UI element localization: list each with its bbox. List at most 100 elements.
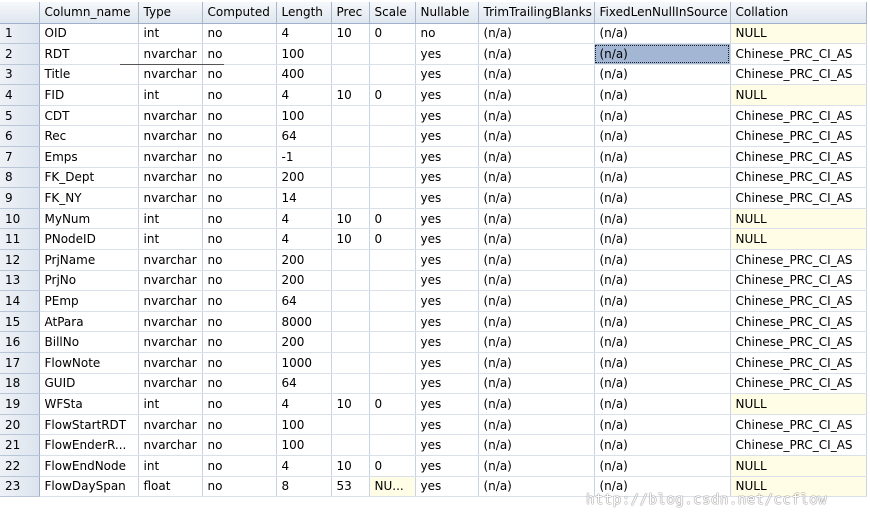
table-row[interactable]: 21 FlowEnderR... nvarchar no 100 yes (n/a) (n/a…: [0, 434, 867, 456]
cell-collation[interactable]: Chinese_PRC_CI_AS: [730, 105, 867, 127]
cell-nullable[interactable]: yes: [415, 228, 479, 251]
col-header-scale[interactable]: Scale: [369, 2, 416, 24]
row-number[interactable]: 9: [0, 187, 40, 209]
cell-type[interactable]: nvarchar: [138, 249, 203, 271]
cell-computed[interactable]: no: [202, 393, 277, 415]
col-header-column-name[interactable]: Column_name: [39, 2, 139, 24]
cell-nullable[interactable]: yes: [415, 331, 479, 353]
cell-type[interactable]: nvarchar: [138, 434, 203, 456]
cell-nullable[interactable]: yes: [415, 125, 479, 148]
cell-nullable[interactable]: yes: [415, 167, 479, 189]
cell-nullable[interactable]: yes: [415, 352, 479, 374]
cell-scale[interactable]: [369, 290, 416, 312]
row-number[interactable]: 22: [0, 455, 40, 477]
cell-fixed-len-null-in-source[interactable]: (n/a): [594, 146, 731, 168]
cell-fixed-len-null-in-source[interactable]: (n/a): [594, 23, 731, 45]
cell-length[interactable]: 200: [276, 270, 332, 292]
cell-trim-trailing-blanks[interactable]: (n/a): [478, 208, 595, 230]
cell-nullable[interactable]: yes: [415, 105, 479, 127]
cell-length[interactable]: 4: [276, 23, 332, 45]
cell-scale[interactable]: 0: [369, 228, 416, 251]
cell-collation[interactable]: Chinese_PRC_CI_AS: [730, 331, 867, 353]
cell-length[interactable]: 4: [276, 393, 332, 415]
table-row[interactable]: 16 BillNo nvarchar no 200 yes (n/a) (n/a) Chines…: [0, 331, 867, 353]
cell-type[interactable]: nvarchar: [138, 146, 203, 168]
cell-nullable[interactable]: yes: [415, 434, 479, 456]
row-number[interactable]: 1: [0, 23, 40, 45]
cell-length[interactable]: 8000: [276, 311, 332, 333]
cell-scale[interactable]: [369, 270, 416, 292]
cell-collation[interactable]: NULL: [730, 208, 867, 230]
cell-column-name[interactable]: AtPara: [39, 311, 139, 333]
table-row[interactable]: 15 AtPara nvarchar no 8000 yes (n/a) (n/a) Chine…: [0, 311, 867, 333]
cell-type[interactable]: nvarchar: [138, 187, 203, 209]
cell-trim-trailing-blanks[interactable]: (n/a): [478, 249, 595, 271]
row-number[interactable]: 21: [0, 434, 40, 456]
cell-trim-trailing-blanks[interactable]: (n/a): [478, 414, 595, 436]
cell-prec[interactable]: [331, 373, 370, 395]
cell-fixed-len-null-in-source[interactable]: (n/a): [594, 43, 731, 65]
cell-scale[interactable]: 0: [369, 23, 416, 45]
col-header-prec[interactable]: Prec: [331, 2, 370, 24]
cell-scale[interactable]: [369, 43, 416, 65]
cell-fixed-len-null-in-source[interactable]: (n/a): [594, 167, 731, 189]
cell-column-name[interactable]: FlowEnderR...: [39, 434, 139, 456]
cell-column-name[interactable]: FK_NY: [39, 187, 139, 209]
cell-column-name[interactable]: PrjNo: [39, 270, 139, 292]
cell-column-name[interactable]: PrjName: [39, 249, 139, 271]
cell-collation[interactable]: Chinese_PRC_CI_AS: [730, 187, 867, 209]
cell-column-name[interactable]: WFSta: [39, 393, 139, 415]
cell-collation[interactable]: Chinese_PRC_CI_AS: [730, 125, 867, 148]
cell-prec[interactable]: [331, 187, 370, 209]
cell-length[interactable]: 100: [276, 43, 332, 65]
cell-trim-trailing-blanks[interactable]: (n/a): [478, 146, 595, 168]
cell-type[interactable]: nvarchar: [138, 331, 203, 353]
cell-fixed-len-null-in-source[interactable]: (n/a): [594, 208, 731, 230]
table-row[interactable]: 23 FlowDaySpan float no 8 53 NU... yes (n/a) (n/a…: [0, 476, 867, 498]
cell-fixed-len-null-in-source[interactable]: (n/a): [594, 290, 731, 312]
cell-computed[interactable]: no: [202, 331, 277, 353]
cell-length[interactable]: 200: [276, 167, 332, 189]
cell-type[interactable]: nvarchar: [138, 167, 203, 189]
cell-fixed-len-null-in-source[interactable]: (n/a): [594, 270, 731, 292]
cell-prec[interactable]: 10: [331, 393, 370, 415]
cell-prec[interactable]: [331, 311, 370, 333]
cell-fixed-len-null-in-source[interactable]: (n/a): [594, 249, 731, 271]
cell-prec[interactable]: [331, 105, 370, 127]
cell-fixed-len-null-in-source[interactable]: (n/a): [594, 373, 731, 395]
cell-scale[interactable]: [369, 125, 416, 148]
cell-type[interactable]: nvarchar: [138, 290, 203, 312]
cell-column-name[interactable]: FID: [39, 84, 139, 106]
cell-prec[interactable]: 10: [331, 455, 370, 477]
cell-length[interactable]: 64: [276, 290, 332, 312]
cell-length[interactable]: 200: [276, 331, 332, 353]
cell-prec[interactable]: [331, 125, 370, 148]
table-row[interactable]: 10 MyNum int no 4 10 0 yes (n/a) (n/a) NULL: [0, 208, 867, 230]
cell-computed[interactable]: no: [202, 146, 277, 168]
cell-prec[interactable]: [331, 270, 370, 292]
row-number[interactable]: 3: [0, 64, 40, 86]
col-header-nullable[interactable]: Nullable: [415, 2, 479, 24]
cell-length[interactable]: -1: [276, 146, 332, 168]
cell-column-name[interactable]: OID: [39, 23, 139, 45]
row-number[interactable]: 13: [0, 270, 40, 292]
cell-collation[interactable]: Chinese_PRC_CI_AS: [730, 373, 867, 395]
cell-computed[interactable]: no: [202, 414, 277, 436]
cell-column-name[interactable]: FlowEndNode: [39, 455, 139, 477]
cell-length[interactable]: 4: [276, 208, 332, 230]
cell-prec[interactable]: 53: [331, 476, 370, 498]
row-number[interactable]: 15: [0, 311, 40, 333]
table-row[interactable]: 9 FK_NY nvarchar no 14 yes (n/a) (n/a) Chinese_P…: [0, 187, 867, 209]
cell-computed[interactable]: no: [202, 208, 277, 230]
table-row[interactable]: 13 PrjNo nvarchar no 200 yes (n/a) (n/a) Chinese…: [0, 270, 867, 292]
cell-length[interactable]: 100: [276, 105, 332, 127]
cell-computed[interactable]: no: [202, 373, 277, 395]
cell-type[interactable]: int: [138, 228, 203, 251]
cell-column-name[interactable]: CDT: [39, 105, 139, 127]
cell-scale[interactable]: 0: [369, 393, 416, 415]
cell-computed[interactable]: no: [202, 290, 277, 312]
cell-scale[interactable]: 0: [369, 84, 416, 106]
row-number[interactable]: 4: [0, 84, 40, 106]
table-row[interactable]: 19 WFSta int no 4 10 0 yes (n/a) (n/a) NULL: [0, 393, 867, 415]
cell-prec[interactable]: [331, 331, 370, 353]
